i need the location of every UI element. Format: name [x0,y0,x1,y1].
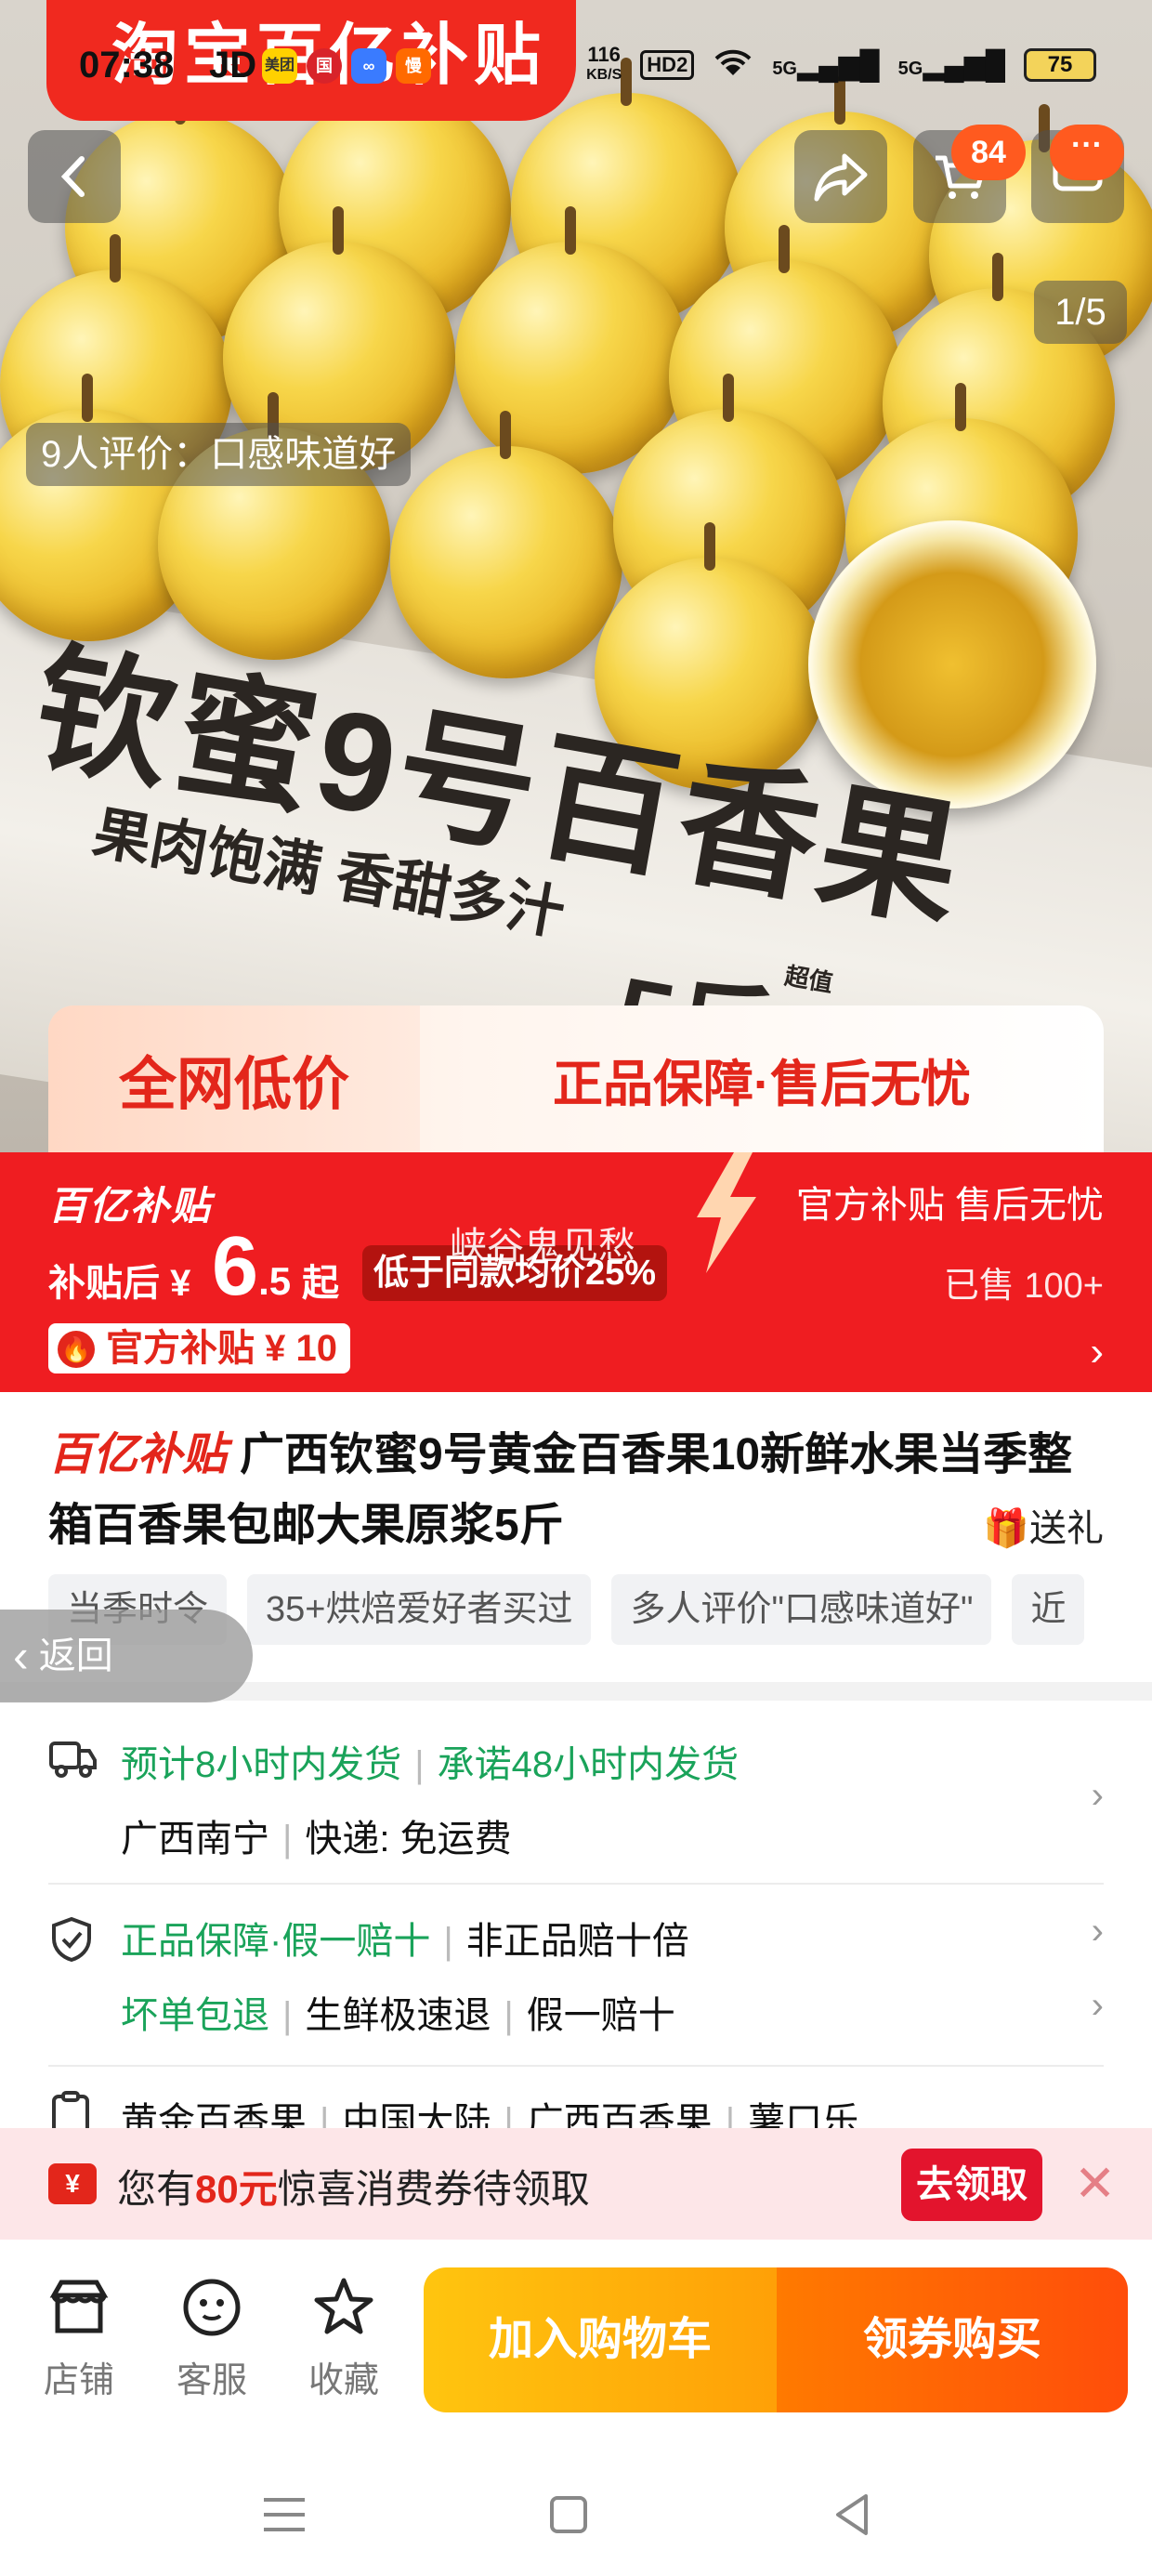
origin-row: 广西南宁 | 快递: 免运费 [121,1819,512,1860]
promo-strip: 全网低价 正品保障·售后无忧 [48,1005,1104,1152]
network-speed: 116 KB/S [586,43,622,84]
official-subsidy-text: 官方补贴 售后无忧 [795,1185,1104,1226]
close-icon[interactable]: ✕ [1074,2154,1116,2213]
truck-icon [49,1741,97,1778]
chevron-right-icon[interactable]: › [1092,1985,1104,2027]
promo-guarantee: 正品保障·售后无忧 [553,1056,971,1112]
status-app-icons: 美团 国 ∞ 慢 [262,48,431,84]
shop-button[interactable]: 店铺 [28,2275,130,2402]
hd-icon: HD2 [640,50,695,80]
share-button[interactable] [794,130,887,223]
gift-button[interactable]: 🎁送礼 [983,1498,1104,1552]
back-button[interactable] [28,130,121,223]
official-subsidy-coupon[interactable]: 🔥 官方补贴 ¥ 10 [48,1323,350,1373]
price-suffix: 起 [302,1263,339,1304]
sold-count: 已售 100+ [943,1267,1104,1306]
home-icon[interactable] [541,2487,596,2543]
chevron-left-icon: ‹ [13,1630,29,1682]
guarantee-row[interactable]: 正品保障·假一赔十 | 非正品赔十倍 [121,1911,689,1965]
back-triangle-icon[interactable] [825,2487,881,2543]
lightning-icon [697,1152,756,1273]
fire-icon: 🔥 [58,1331,95,1368]
status-right: 116 KB/S HD2 5G▂▄▆█ 5G▂▄▆█ 75 [586,45,1096,85]
share-icon [814,153,868,202]
buy-with-coupon-button[interactable]: 领券购买 [777,2267,1128,2412]
favorite-button[interactable]: 收藏 [293,2275,395,2402]
gift-icon: 🎁 [983,1508,1029,1549]
chevron-left-icon [60,156,85,197]
promo-lowest-price: 全网低价 [48,1005,420,1152]
chevron-right-icon[interactable]: › [1092,1911,1104,1952]
battery-icon: 75 [1024,48,1096,82]
subsidy-logo: 百亿补贴 [48,1184,213,1228]
after-subsidy-label: 补贴后 ¥ [48,1263,191,1304]
shipping-row[interactable]: 预计8小时内发货 | 承诺48小时内发货 [121,1734,739,1788]
cart-count-badge: 84 [951,125,1026,180]
subsidy-brand-tag: 百亿补贴 [48,1430,228,1479]
coupon-notice-bar: ¥ 您有80元惊喜消费券待领取 去领取 ✕ [0,2128,1152,2240]
broken-refund-row[interactable]: 坏单包退 | 生鲜极速退 | 假一赔十 [121,1985,675,2039]
customer-service-button[interactable]: 客服 [161,2275,263,2402]
review-summary-pill[interactable]: 9人评价：口感味道好 [26,423,412,486]
divider [48,1883,1104,1885]
bottom-action-bar: 店铺 客服 收藏 加入购物车 领券购买 [0,2240,1152,2446]
divider [48,2065,1104,2067]
product-title: 百亿补贴 广西钦蜜9号黄金百香果10新鲜水果当季整箱百香果包邮大果原浆5斤 [48,1430,1073,1550]
watermark: 峡谷鬼见愁 [450,1226,635,1267]
shop-icon [49,2280,109,2333]
status-bar: 淘宝百亿补贴 07:38 JD 美团 国 ∞ 慢 116KB/S HD2 5G▂… [0,0,1152,130]
menu-icon[interactable] [256,2487,312,2543]
subsidy-price-bar[interactable]: 百亿补贴 补贴后 ¥ 6.5 起 低于同款均价25% 峡谷鬼见愁 官方补贴 售后… [0,1152,1152,1392]
tag-reviews[interactable]: 多人评价"口感味道好" [611,1574,992,1645]
status-carrier: JD [209,45,257,85]
signal-5g-icon-2: 5G▂▄▆█ [897,49,1005,81]
slow-app-icon: 慢 [396,48,431,84]
service-card: 预计8小时内发货 | 承诺48小时内发货 广西南宁 | 快递: 免运费 › 正品保障·假… [0,1701,1152,2142]
signal-5g-icon: 5G▂▄▆█ [772,49,880,81]
chevron-right-icon[interactable]: › [1092,1775,1104,1817]
coupon-notice-text: 您有80元惊喜消费券待领取 [117,2167,590,2211]
coupon-icon: ¥ [48,2163,97,2204]
image-pager: 1/5 [1034,281,1127,344]
tag-more[interactable]: 近 [1012,1574,1085,1645]
cloud-icon: ∞ [351,48,386,84]
claim-coupon-button[interactable]: 去领取 [901,2149,1042,2221]
tag-baking-buyers[interactable]: 35+烘焙爱好者买过 [247,1574,592,1645]
floating-back-button[interactable]: ‹ 返回 [0,1610,253,1702]
chevron-right-icon[interactable]: › [1090,1329,1104,1375]
bank-icon: 国 [307,48,342,84]
chat-bubble-icon [183,2279,241,2336]
system-nav-bar [0,2446,1152,2576]
status-time: 07:38 [79,45,175,85]
subsidy-price: 6.5 [212,1220,292,1313]
shield-icon [52,1916,91,1963]
wifi-icon [713,46,753,85]
product-page: 钦蜜9号百香果 果肉饱满 香甜多汁 5斤超值 全网低价 正品保障·售后无忧 淘宝… [0,0,1152,2576]
star-icon [314,2278,373,2334]
meituan-icon: 美团 [262,48,297,84]
add-to-cart-button[interactable]: 加入购物车 [424,2267,777,2412]
more-badge: ··· [1050,125,1124,180]
